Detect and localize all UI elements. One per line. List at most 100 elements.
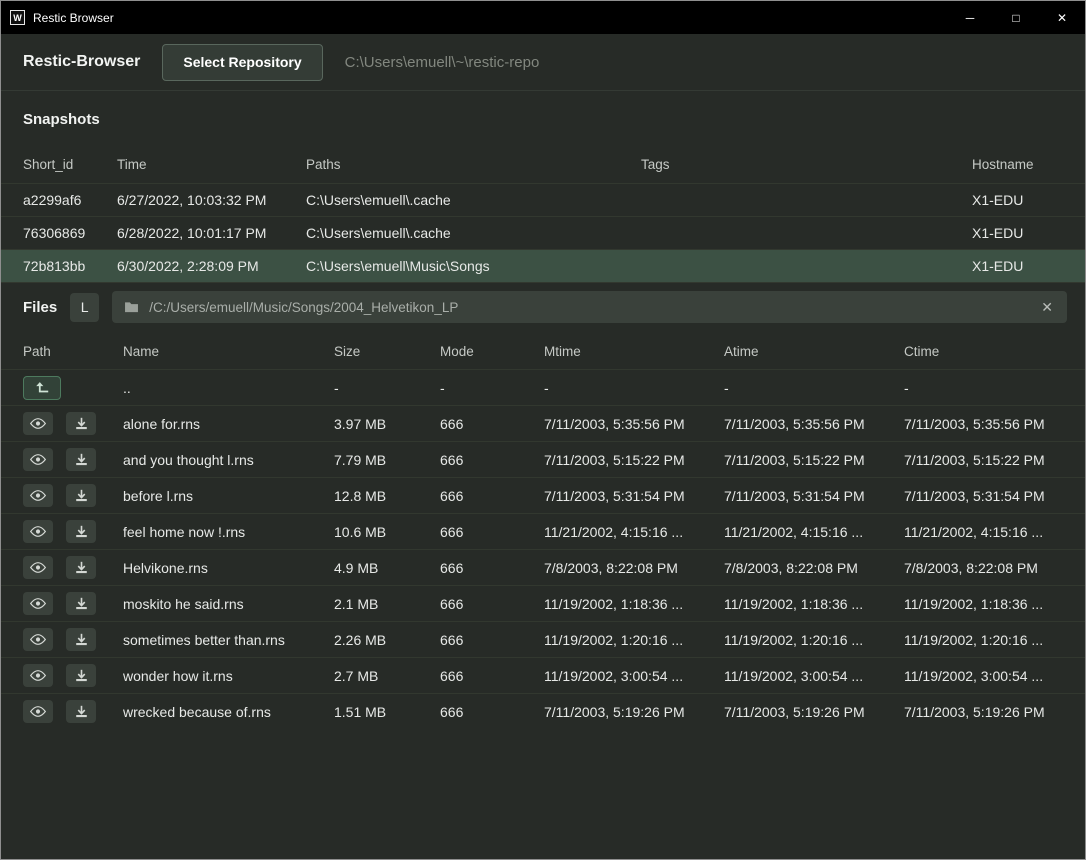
preview-file-button[interactable]	[23, 412, 53, 435]
file-atime: 11/19/2002, 3:00:54 ...	[724, 668, 904, 684]
file-mode: -	[440, 380, 544, 396]
column-hostname: Hostname	[972, 157, 1063, 172]
minimize-button[interactable]: ─	[947, 1, 993, 34]
file-mtime: 11/19/2002, 1:18:36 ...	[544, 596, 724, 612]
file-name: alone for.rns	[123, 416, 334, 432]
up-directory-button[interactable]	[23, 376, 61, 400]
file-mode: 666	[440, 452, 544, 468]
snapshot-hostname: X1-EDU	[972, 192, 1063, 208]
column-ctime: Ctime	[904, 344, 1067, 359]
file-atime: 7/11/2003, 5:35:56 PM	[724, 416, 904, 432]
file-row-actions	[23, 592, 123, 615]
files-tool-button[interactable]: L	[70, 293, 99, 322]
snapshot-paths: C:\Users\emuell\Music\Songs	[306, 258, 641, 274]
preview-file-button[interactable]	[23, 520, 53, 543]
preview-file-button[interactable]	[23, 628, 53, 651]
column-atime: Atime	[724, 344, 904, 359]
file-size: 3.97 MB	[334, 416, 440, 432]
snapshot-short-id: 72b813bb	[23, 258, 117, 274]
preview-file-button[interactable]	[23, 664, 53, 687]
file-name: before l.rns	[123, 488, 334, 504]
preview-file-button[interactable]	[23, 592, 53, 615]
window-controls: ─ □ ✕	[947, 1, 1085, 34]
download-file-button[interactable]	[66, 520, 96, 543]
files-toolbar: Files L /C:/Users/emuell/Music/Songs/200…	[1, 283, 1085, 331]
eye-icon	[30, 454, 46, 465]
file-ctime: 11/19/2002, 3:00:54 ...	[904, 668, 1067, 684]
app-icon: W	[10, 10, 25, 25]
snapshots-rows: a2299af6 6/27/2022, 10:03:32 PM C:\Users…	[1, 183, 1085, 282]
file-mtime: 7/11/2003, 5:19:26 PM	[544, 704, 724, 720]
file-row-actions	[23, 520, 123, 543]
download-file-button[interactable]	[66, 448, 96, 471]
files-title: Files	[23, 299, 57, 316]
close-button[interactable]: ✕	[1039, 1, 1085, 34]
file-ctime: -	[904, 380, 1067, 396]
file-mode: 666	[440, 524, 544, 540]
download-icon	[75, 597, 88, 610]
download-icon	[75, 453, 88, 466]
maximize-button[interactable]: □	[993, 1, 1039, 34]
file-mode: 666	[440, 632, 544, 648]
file-row: and you thought l.rns 7.79 MB 666 7/11/2…	[1, 441, 1085, 477]
file-row-actions	[23, 484, 123, 507]
column-path: Path	[23, 344, 123, 359]
snapshot-row[interactable]: 76306869 6/28/2022, 10:01:17 PM C:\Users…	[1, 216, 1085, 249]
file-ctime: 7/8/2003, 8:22:08 PM	[904, 560, 1067, 576]
file-size: 7.79 MB	[334, 452, 440, 468]
parent-directory-row: .. - - - - -	[1, 369, 1085, 405]
file-size: 4.9 MB	[334, 560, 440, 576]
preview-file-button[interactable]	[23, 484, 53, 507]
file-name: wrecked because of.rns	[123, 704, 334, 720]
file-row: sometimes better than.rns 2.26 MB 666 11…	[1, 621, 1085, 657]
file-mode: 666	[440, 596, 544, 612]
repository-path: C:\Users\emuell\~\restic-repo	[345, 54, 540, 71]
snapshot-short-id: 76306869	[23, 225, 117, 241]
file-mtime: 11/21/2002, 4:15:16 ...	[544, 524, 724, 540]
snapshot-time: 6/27/2022, 10:03:32 PM	[117, 192, 306, 208]
download-file-button[interactable]	[66, 664, 96, 687]
file-row-actions	[23, 556, 123, 579]
download-file-button[interactable]	[66, 700, 96, 723]
file-size: 2.1 MB	[334, 596, 440, 612]
file-row: moskito he said.rns 2.1 MB 666 11/19/200…	[1, 585, 1085, 621]
preview-file-button[interactable]	[23, 556, 53, 579]
preview-file-button[interactable]	[23, 448, 53, 471]
download-icon	[75, 705, 88, 718]
snapshot-time: 6/28/2022, 10:01:17 PM	[117, 225, 306, 241]
window-title: Restic Browser	[33, 11, 114, 25]
snapshot-hostname: X1-EDU	[972, 258, 1063, 274]
file-size: 1.51 MB	[334, 704, 440, 720]
snapshot-row[interactable]: 72b813bb 6/30/2022, 2:28:09 PM C:\Users\…	[1, 249, 1085, 282]
files-path-bar[interactable]: /C:/Users/emuell/Music/Songs/2004_Helvet…	[112, 291, 1067, 323]
column-size: Size	[334, 344, 440, 359]
file-mode: 666	[440, 704, 544, 720]
file-atime: 11/21/2002, 4:15:16 ...	[724, 524, 904, 540]
snapshot-hostname: X1-EDU	[972, 225, 1063, 241]
file-mtime: -	[544, 380, 724, 396]
clear-path-button[interactable]: ✕	[1039, 299, 1055, 316]
preview-file-button[interactable]	[23, 700, 53, 723]
snapshot-row[interactable]: a2299af6 6/27/2022, 10:03:32 PM C:\Users…	[1, 183, 1085, 216]
column-short-id: Short_id	[23, 157, 117, 172]
column-time: Time	[117, 157, 306, 172]
select-repository-button[interactable]: Select Repository	[162, 44, 322, 81]
parent-row-actions	[23, 376, 123, 400]
snapshot-paths: C:\Users\emuell\.cache	[306, 225, 641, 241]
file-atime: -	[724, 380, 904, 396]
file-size: 2.26 MB	[334, 632, 440, 648]
file-mode: 666	[440, 560, 544, 576]
download-file-button[interactable]	[66, 412, 96, 435]
eye-icon	[30, 418, 46, 429]
download-file-button[interactable]	[66, 592, 96, 615]
snapshot-time: 6/30/2022, 2:28:09 PM	[117, 258, 306, 274]
file-size: 10.6 MB	[334, 524, 440, 540]
download-file-button[interactable]	[66, 628, 96, 651]
download-file-button[interactable]	[66, 484, 96, 507]
file-row: feel home now !.rns 10.6 MB 666 11/21/20…	[1, 513, 1085, 549]
download-file-button[interactable]	[66, 556, 96, 579]
snapshots-section-header: Snapshots	[1, 91, 1085, 146]
file-atime: 11/19/2002, 1:18:36 ...	[724, 596, 904, 612]
app-window: W Restic Browser ─ □ ✕ Restic-Browser Se…	[0, 0, 1086, 860]
folder-icon	[124, 301, 139, 313]
